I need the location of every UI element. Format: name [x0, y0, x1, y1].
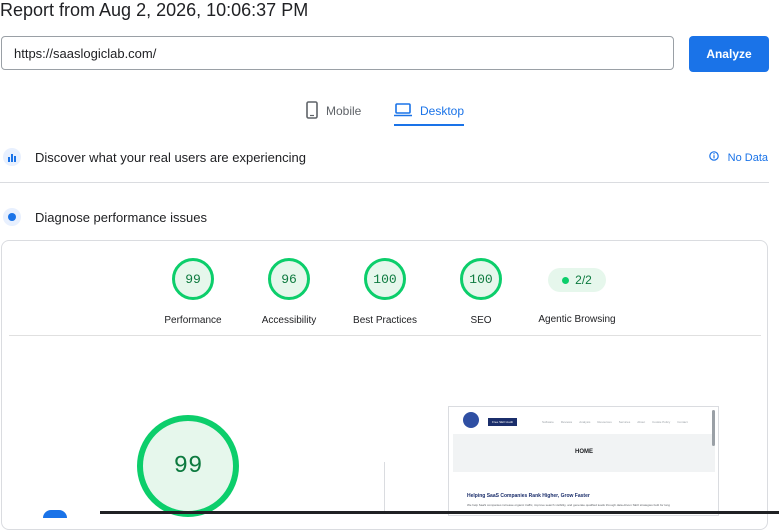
vertical-divider — [384, 462, 385, 514]
gauge-best-practices-label: Best Practices — [353, 315, 417, 326]
agentic-label: Agentic Browsing — [538, 314, 616, 325]
no-data-label: No Data — [727, 151, 768, 164]
agentic-score-pill: 2/2 — [548, 268, 606, 292]
url-input[interactable] — [1, 36, 674, 70]
card-divider — [9, 335, 761, 336]
gauge-best-practices-score: 100 — [364, 258, 406, 300]
info-icon — [708, 151, 719, 164]
floating-action-icon[interactable] — [43, 510, 67, 518]
no-data-indicator[interactable]: No Data — [708, 151, 768, 164]
gauge-agentic-browsing[interactable]: 2/2 Agentic Browsing — [527, 258, 627, 325]
screenshot-nav: Free SEO Audit Software Reviews Analysis… — [449, 407, 718, 433]
tab-mobile[interactable]: Mobile — [306, 96, 361, 126]
screenshot-headline: Helping SaaS Companies Rank Higher, Grow… — [467, 493, 590, 499]
screenshot-nav-link: Reviews — [560, 420, 573, 424]
agentic-score: 2/2 — [575, 273, 592, 287]
screenshot-nav-link: Resources — [597, 420, 612, 424]
page-screenshot: Free SEO Audit Software Reviews Analysis… — [448, 406, 719, 516]
analyze-button[interactable]: Analyze — [689, 36, 769, 72]
tab-mobile-label: Mobile — [326, 104, 362, 118]
gauge-performance-label: Performance — [164, 315, 222, 326]
gauge-performance[interactable]: 99 Performance — [143, 258, 243, 326]
diagnose-section-header: Diagnose performance issues — [0, 202, 769, 232]
screenshot-nav-link: Software — [542, 420, 554, 424]
gauge-seo-score: 100 — [460, 258, 502, 300]
gauge-accessibility-score: 96 — [268, 258, 310, 300]
screenshot-nav-links: Software Reviews Analysis Resources Serv… — [542, 420, 688, 424]
site-logo — [463, 412, 479, 428]
screenshot-scrollbar — [712, 410, 715, 446]
screenshot-hero-title: HOME — [575, 449, 593, 455]
screenshot-nav-link: Services — [618, 420, 631, 424]
gauge-seo-label: SEO — [470, 315, 492, 326]
gauge-accessibility[interactable]: 96 Accessibility — [239, 258, 339, 326]
screenshot-nav-link: Contact — [677, 420, 688, 424]
screenshot-nav-link: Analysis — [579, 420, 591, 424]
gauge-seo[interactable]: 100 SEO — [431, 258, 531, 326]
gauge-accessibility-label: Accessibility — [261, 315, 317, 326]
screenshot-nav-link: About — [637, 420, 646, 424]
lab-data-icon — [3, 208, 21, 226]
screenshot-body-text: We help SaaS companies increase organic … — [467, 503, 670, 507]
phone-icon — [306, 100, 318, 122]
screenshot-cta: Free SEO Audit — [488, 418, 517, 426]
section-divider — [0, 182, 769, 183]
field-data-icon — [3, 148, 21, 166]
tab-selected-indicator — [394, 124, 464, 126]
tab-desktop[interactable]: Desktop — [394, 96, 464, 126]
screenshot-hero: HOME — [453, 434, 715, 472]
gauge-performance-score: 99 — [172, 258, 214, 300]
discover-label: Discover what your real users are experi… — [35, 149, 306, 165]
laptop-icon — [394, 102, 412, 120]
performance-detail-gauge: 99 — [137, 415, 239, 517]
tab-desktop-label: Desktop — [420, 104, 465, 118]
screenshot-nav-link: Cookie Policy — [652, 420, 671, 424]
pass-dot-icon — [562, 276, 570, 284]
discover-section-header: Discover what your real users are experi… — [0, 142, 769, 172]
diagnose-label: Diagnose performance issues — [35, 209, 207, 225]
report-title: Report from Aug 2, 2026, 10:06:37 PM — [0, 0, 309, 20]
gauge-best-practices[interactable]: 100 Best Practices — [335, 258, 435, 326]
